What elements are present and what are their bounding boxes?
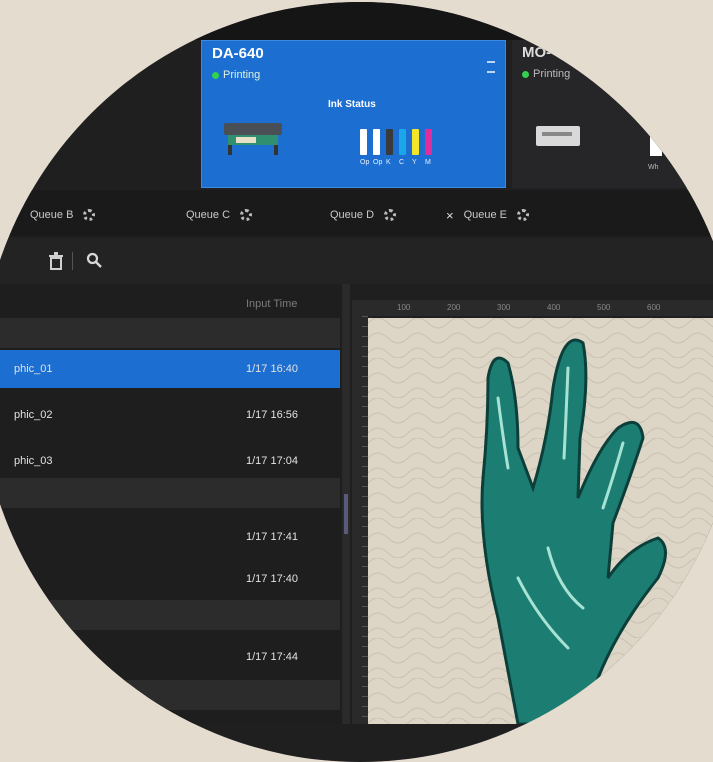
job-time: 1/17 16:56 — [246, 409, 298, 421]
ink-label: K — [386, 159, 391, 166]
ink-levels: Op Op K C Y M — [360, 129, 470, 169]
ink-label: M — [425, 159, 431, 166]
gear-icon[interactable] — [384, 209, 397, 221]
job-time: 1/17 17:41 — [246, 531, 298, 543]
ink-bar-c — [399, 129, 406, 155]
job-name: phic_02 — [14, 409, 53, 421]
job-time: 1/17 17:04 — [246, 455, 298, 467]
ink-bar-white — [650, 134, 662, 156]
title-bar — [0, 2, 713, 40]
ruler-horizontal: 100 200 300 400 500 600 — [352, 300, 713, 316]
tab-queue-c[interactable]: Queue C — [186, 200, 253, 230]
printer-status-label: Printing — [223, 69, 261, 81]
table-row[interactable]: phic_01 1/17 16:40 — [0, 350, 340, 388]
job-time: 1/17 17:40 — [246, 573, 298, 585]
ruler-tick-label: 600 — [647, 303, 661, 312]
printer-status: Printing — [212, 69, 260, 81]
ink-bar-op — [360, 129, 367, 155]
ruler-tick-label: 400 — [547, 303, 561, 312]
column-header-input-time: Input Time — [246, 298, 298, 310]
table-row[interactable]: phic_03 1/17 17:04 — [0, 442, 340, 480]
tab-label: Queue D — [330, 209, 375, 221]
ink-bar-k — [386, 129, 393, 155]
toolbar-divider — [72, 252, 73, 270]
job-name: phic_01 — [14, 363, 53, 375]
trash-icon[interactable] — [48, 252, 64, 270]
close-icon[interactable]: × — [446, 208, 454, 223]
tab-queue-e[interactable]: × Queue E — [446, 200, 530, 230]
app-window: DA-640 Printing Ink Status Op Op K C Y M MO- … — [0, 2, 713, 724]
ink-bar-m — [425, 129, 432, 155]
ink-label: Y — [412, 159, 417, 166]
tab-label: Queue B — [30, 209, 74, 221]
ink-bar-y — [412, 129, 419, 155]
job-name: phic_03 — [14, 455, 53, 467]
tab-label: Queue E — [463, 209, 508, 221]
status-ok-icon — [212, 71, 219, 79]
gear-icon[interactable] — [83, 209, 96, 221]
job-time: 1/17 17:44 — [246, 651, 298, 663]
card-menu-icon[interactable] — [487, 61, 495, 73]
ink-label: Op — [373, 159, 383, 166]
tab-queue-b[interactable]: Queue B — [30, 200, 96, 230]
ruler-tick-label: 300 — [497, 303, 511, 312]
list-group-header[interactable] — [0, 680, 340, 710]
ink-label: Wh — [648, 164, 659, 171]
printer-card-mo[interactable]: MO- Printing Wh — [512, 40, 713, 188]
gear-icon[interactable] — [517, 209, 530, 221]
ink-label: Op — [360, 159, 370, 166]
list-group-header[interactable] — [0, 318, 340, 348]
printer-status: Printing — [522, 68, 570, 80]
ink-label: C — [399, 159, 405, 166]
printer-name: MO- — [522, 44, 552, 61]
pane-splitter[interactable] — [342, 284, 350, 724]
ruler-tick-label: 200 — [447, 303, 461, 312]
list-group-header[interactable] — [0, 600, 340, 630]
ink-status-title: Ink Status — [328, 99, 376, 110]
table-row[interactable]: 1/17 17:41 — [0, 518, 340, 556]
ruler-tick-label: 500 — [597, 303, 611, 312]
ruler-vertical — [352, 316, 368, 724]
preview-canvas[interactable] — [368, 318, 713, 724]
printer-card-da640[interactable]: DA-640 Printing Ink Status Op Op K C Y M — [201, 40, 506, 188]
tab-queue-d[interactable]: Queue D — [330, 200, 397, 230]
ink-bar-op — [373, 129, 380, 155]
list-header: Input Time — [0, 290, 340, 318]
ruler-tick-label: 100 — [397, 303, 411, 312]
printer-name: DA-640 — [212, 45, 264, 62]
list-group-header[interactable] — [0, 478, 340, 508]
table-row[interactable]: 1/17 17:44 — [0, 638, 340, 676]
printer-image — [536, 126, 580, 146]
printer-status-label: Printing — [533, 68, 571, 80]
printer-image — [224, 123, 282, 155]
tab-label: Queue C — [186, 209, 231, 221]
table-row[interactable]: 1/17 17:40 — [0, 560, 340, 598]
status-ok-icon — [522, 70, 529, 78]
artwork-preview — [368, 318, 713, 724]
gear-icon[interactable] — [240, 209, 253, 221]
lens-mask: DA-640 Printing Ink Status Op Op K C Y M MO- … — [0, 2, 713, 762]
job-time: 1/17 16:40 — [246, 363, 298, 375]
splitter-handle[interactable] — [344, 494, 348, 534]
search-icon[interactable] — [86, 252, 102, 268]
table-row[interactable]: phic_02 1/17 16:56 — [0, 396, 340, 434]
toolbar — [0, 238, 713, 284]
